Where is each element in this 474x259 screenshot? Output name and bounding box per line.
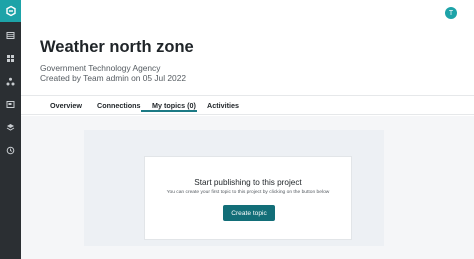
history-icon[interactable] xyxy=(6,146,15,155)
page-title: Weather north zone xyxy=(40,38,194,56)
logo-icon[interactable] xyxy=(0,0,21,22)
tab-activities[interactable]: Activities xyxy=(207,101,239,110)
agency-name: Government Technology Agency xyxy=(40,63,161,73)
sharing-icon[interactable] xyxy=(6,77,15,86)
empty-state-card: Start publishing to this project You can… xyxy=(144,156,352,240)
user-avatar[interactable]: T xyxy=(445,7,457,19)
projects-icon[interactable] xyxy=(6,54,15,63)
tab-connections[interactable]: Connections xyxy=(97,101,141,110)
layers-icon[interactable] xyxy=(6,123,15,132)
create-topic-button[interactable]: Create topic xyxy=(223,205,275,221)
avatar-letter: T xyxy=(448,9,454,17)
created-info: Created by Team admin on 05 Jul 2022 xyxy=(40,73,187,83)
tab-bar: Overview Connections My topics (0) Activ… xyxy=(21,95,474,115)
topics-icon[interactable] xyxy=(6,100,15,109)
active-tab-indicator xyxy=(141,110,197,112)
empty-state-description: You can create your first topic to this … xyxy=(166,190,330,195)
tab-my-topics[interactable]: My topics (0) xyxy=(152,101,196,110)
tab-overview[interactable]: Overview xyxy=(50,101,82,110)
datasets-icon[interactable] xyxy=(6,31,15,40)
sidebar xyxy=(0,0,21,259)
empty-state-title: Start publishing to this project xyxy=(194,178,302,187)
